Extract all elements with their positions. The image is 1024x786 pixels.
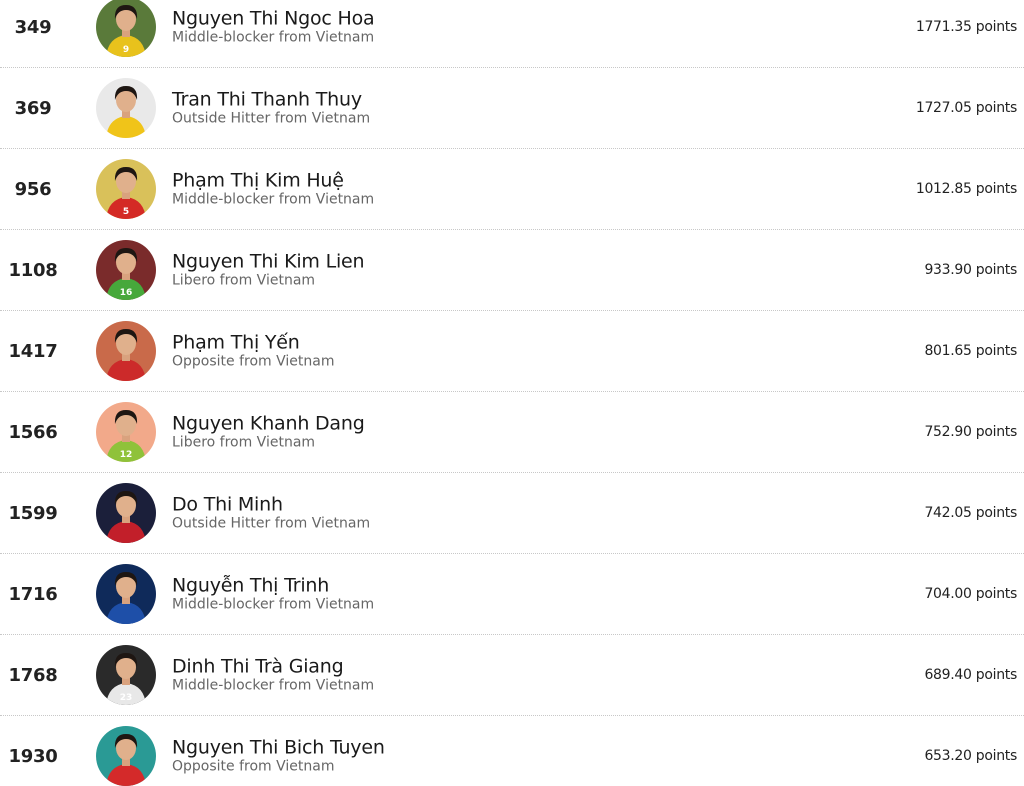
player-row[interactable]: 1768 23 Dinh Thi Trà Giang Middle-blocke…	[0, 635, 1024, 716]
player-avatar[interactable]: 16	[96, 240, 156, 300]
player-position-country: Libero from Vietnam	[172, 272, 316, 289]
player-photo: 5	[96, 159, 156, 219]
player-photo	[96, 564, 156, 624]
photo-jersey-number: 16	[120, 288, 133, 298]
photo-jersey-number: 23	[120, 693, 133, 703]
player-points: 1771.35 points	[915, 19, 1017, 35]
player-info: Phạm Thị Yến Opposite from Vietnam	[172, 332, 335, 370]
player-name[interactable]: Nguyen Khanh Dang	[172, 413, 365, 435]
player-points: 704.00 points	[924, 586, 1017, 602]
player-photo: 9	[96, 0, 156, 57]
player-avatar[interactable]	[96, 726, 156, 786]
player-info: Nguyen Khanh Dang Libero from Vietnam	[172, 413, 365, 451]
player-rank: 1768	[8, 664, 58, 686]
photo-jersey-number: 9	[123, 45, 129, 55]
player-rank: 1417	[8, 340, 58, 362]
player-points: 801.65 points	[924, 343, 1017, 359]
player-rank: 1108	[8, 259, 58, 281]
photo-jersey-number: 12	[120, 450, 133, 460]
player-rank: 1599	[8, 502, 58, 524]
player-name[interactable]: Nguyễn Thị Trinh	[172, 575, 374, 597]
player-info: Nguyen Thi Kim Lien Libero from Vietnam	[172, 251, 365, 289]
player-row[interactable]: 1716 Nguyễn Thị Trinh Middle-blocker fro…	[0, 554, 1024, 635]
player-position-country: Outside Hitter from Vietnam	[172, 110, 371, 127]
player-position-country: Opposite from Vietnam	[172, 353, 335, 370]
player-photo	[96, 321, 156, 381]
player-points: 1727.05 points	[915, 100, 1017, 116]
player-name[interactable]: Nguyen Thi Ngoc Hoa	[172, 8, 375, 30]
player-row[interactable]: 956 5 Phạm Thị Kim Huệ Middle-blocker fr…	[0, 149, 1024, 230]
player-row[interactable]: 369 Tran Thi Thanh Thuy Outside Hitter f…	[0, 68, 1024, 149]
player-rank: 956	[14, 178, 52, 200]
player-info: Dinh Thi Trà Giang Middle-blocker from V…	[172, 656, 375, 694]
player-points: 1012.85 points	[915, 181, 1017, 197]
player-photo	[96, 78, 156, 138]
player-name[interactable]: Dinh Thi Trà Giang	[172, 656, 374, 678]
player-avatar[interactable]: 5	[96, 159, 156, 219]
player-info: Nguyen Thi Bich Tuyen Opposite from Viet…	[172, 737, 385, 775]
player-position-country: Opposite from Vietnam	[172, 758, 335, 775]
player-points: 933.90 points	[924, 262, 1017, 278]
player-avatar[interactable]: 23	[96, 645, 156, 705]
player-position-country: Middle-blocker from Vietnam	[172, 191, 375, 208]
player-avatar[interactable]	[96, 78, 156, 138]
player-position-country: Middle-blocker from Vietnam	[172, 677, 375, 694]
player-photo: 16	[96, 240, 156, 300]
player-position-country: Middle-blocker from Vietnam	[172, 596, 375, 613]
player-rank: 349	[14, 16, 52, 38]
player-info: Nguyen Thi Ngoc Hoa Middle-blocker from …	[172, 8, 375, 46]
player-photo: 23	[96, 645, 156, 705]
player-avatar[interactable]	[96, 321, 156, 381]
player-avatar[interactable]: 12	[96, 402, 156, 462]
photo-jersey-number: 5	[123, 207, 129, 217]
player-avatar[interactable]	[96, 564, 156, 624]
player-points: 653.20 points	[924, 748, 1017, 764]
player-row[interactable]: 1108 16 Nguyen Thi Kim Lien Libero from …	[0, 230, 1024, 311]
player-avatar[interactable]	[96, 483, 156, 543]
player-info: Nguyễn Thị Trinh Middle-blocker from Vie…	[172, 575, 375, 613]
player-rank: 369	[14, 97, 52, 119]
player-row[interactable]: 1599 Do Thi Minh Outside Hitter from Vie…	[0, 473, 1024, 554]
player-info: Tran Thi Thanh Thuy Outside Hitter from …	[172, 89, 371, 127]
player-info: Do Thi Minh Outside Hitter from Vietnam	[172, 494, 371, 532]
player-avatar[interactable]: 9	[96, 0, 156, 57]
player-photo	[96, 726, 156, 786]
player-rank: 1930	[8, 745, 58, 767]
player-name[interactable]: Phạm Thị Kim Huệ	[172, 170, 374, 192]
player-name[interactable]: Nguyen Thi Bich Tuyen	[172, 737, 385, 759]
player-rank: 1566	[8, 421, 58, 443]
player-points: 752.90 points	[924, 424, 1017, 440]
player-photo: 12	[96, 402, 156, 462]
player-points: 742.05 points	[924, 505, 1017, 521]
player-row[interactable]: 1566 12 Nguyen Khanh Dang Libero from Vi…	[0, 392, 1024, 473]
player-name[interactable]: Phạm Thị Yến	[172, 332, 334, 354]
player-position-country: Middle-blocker from Vietnam	[172, 29, 375, 46]
player-row[interactable]: 1417 Phạm Thị Yến Opposite from Vietnam …	[0, 311, 1024, 392]
player-name[interactable]: Tran Thi Thanh Thuy	[172, 89, 370, 111]
player-row[interactable]: 349 9 Nguyen Thi Ngoc Hoa Middle-blocker…	[0, 0, 1024, 68]
player-position-country: Libero from Vietnam	[172, 434, 316, 451]
player-name[interactable]: Nguyen Thi Kim Lien	[172, 251, 365, 273]
player-photo	[96, 483, 156, 543]
player-points: 689.40 points	[924, 667, 1017, 683]
player-info: Phạm Thị Kim Huệ Middle-blocker from Vie…	[172, 170, 375, 208]
player-position-country: Outside Hitter from Vietnam	[172, 515, 371, 532]
player-rank: 1716	[8, 583, 58, 605]
player-ranking-list: 349 9 Nguyen Thi Ngoc Hoa Middle-blocker…	[0, 0, 1024, 786]
player-name[interactable]: Do Thi Minh	[172, 494, 370, 516]
player-row[interactable]: 1930 Nguyen Thi Bich Tuyen Opposite from…	[0, 716, 1024, 786]
